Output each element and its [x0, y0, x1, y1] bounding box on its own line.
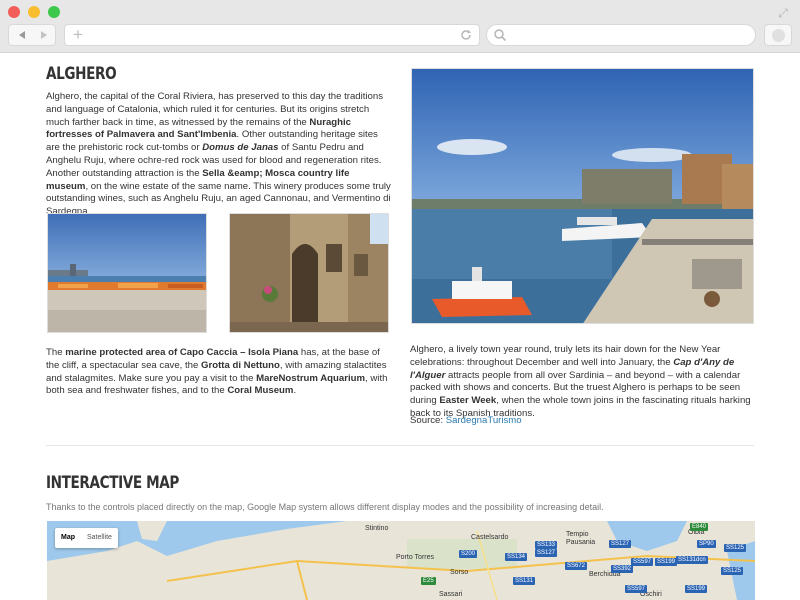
road-shield: SS392: [611, 565, 634, 573]
road-shield: SS597: [631, 558, 654, 566]
source-label: Source:: [410, 415, 446, 426]
emphasized-text: Domus de Janas: [202, 142, 279, 154]
road-shield: SS199: [685, 585, 708, 593]
map-type-toggle: Map Satellite: [55, 528, 118, 548]
emphasized-text: Sella &eamp; Mosca country life museum: [46, 167, 350, 192]
profile-button[interactable]: [764, 24, 792, 46]
road-shield: SS134: [505, 553, 528, 561]
road-shield: SS597: [625, 585, 648, 593]
section-divider: [46, 445, 754, 446]
road-shield: SS125: [721, 567, 744, 575]
road-shield: SS199: [655, 558, 678, 566]
alghero-harbor-photo: [411, 68, 754, 324]
map-place-label: Porto Torres: [396, 554, 434, 561]
address-bar[interactable]: +: [64, 24, 480, 46]
intro-paragraph: Alghero, the capital of the Coral Rivier…: [46, 91, 391, 218]
map-place-label: Stintino: [365, 525, 389, 532]
map-place-label: Sassari: [439, 591, 463, 598]
fullscreen-icon[interactable]: ⤢: [776, 6, 790, 20]
road-shield: S200: [459, 550, 478, 558]
emphasized-text: marine protected area of Capo Caccia – I…: [65, 347, 299, 358]
source-line: Source: SardegnaTurismo: [410, 415, 522, 426]
emphasized-text: Cap d'Any de l'Alguer: [410, 356, 735, 381]
satellite-view-button[interactable]: Satellite: [81, 528, 118, 548]
road-shield: E840: [690, 523, 709, 531]
back-icon[interactable]: [15, 28, 29, 42]
road-shield: SS127: [535, 549, 558, 557]
new-tab-icon[interactable]: +: [73, 26, 83, 44]
map-view-button[interactable]: Map: [55, 528, 81, 548]
map-place-label: Tempio Pausania: [566, 531, 596, 546]
history-nav: [8, 24, 56, 46]
section-title-alghero: ALGHERO: [46, 64, 117, 84]
interactive-map[interactable]: Map Satellite Stintino Castelsardo Tempi…: [47, 521, 755, 600]
forward-icon[interactable]: [37, 28, 51, 42]
road-shield: SP90: [697, 540, 716, 548]
source-link[interactable]: SardegnaTurismo: [446, 415, 522, 426]
beach-photo: [47, 213, 207, 333]
marine-area-paragraph: The marine protected area of Capo Caccia…: [46, 347, 388, 397]
profile-icon: [772, 29, 785, 42]
road-shield: SS125: [724, 544, 747, 552]
celebrations-paragraph: Alghero, a lively town year round, truly…: [410, 344, 751, 419]
map-description: Thanks to the controls placed directly o…: [46, 502, 604, 512]
section-title-map: INTERACTIVE MAP: [46, 473, 179, 493]
map-place-label: Sorso: [450, 569, 469, 576]
close-window-button[interactable]: [8, 6, 20, 18]
search-icon: [494, 29, 507, 42]
road-shield: SS672: [565, 562, 588, 570]
road-shield: SS131: [513, 577, 536, 585]
minimize-window-button[interactable]: [28, 6, 40, 18]
map-place-label: Castelsardo: [471, 534, 509, 541]
emphasized-text: Grotta di Nettuno: [201, 359, 280, 371]
search-input[interactable]: [486, 24, 756, 46]
road-shield: E25: [421, 577, 436, 585]
browser-toolbar: ⤢ +: [0, 0, 800, 53]
road-shield: SS131dcn: [676, 556, 708, 564]
reload-icon[interactable]: [459, 28, 473, 42]
page-content: ALGHERO Alghero, the capital of the Cora…: [0, 54, 800, 600]
maximize-window-button[interactable]: [48, 6, 60, 18]
emphasized-text: Coral Museum: [227, 385, 294, 397]
road-shield: SS127: [609, 540, 632, 548]
emphasized-text: Easter Week: [439, 395, 497, 407]
road-shield: SS133: [535, 541, 558, 549]
old-town-alley-photo: [229, 213, 389, 333]
emphasized-text: Nuraghic fortresses of Palmavera and San…: [46, 116, 352, 141]
emphasized-text: MareNostrum Aquarium: [256, 372, 366, 384]
